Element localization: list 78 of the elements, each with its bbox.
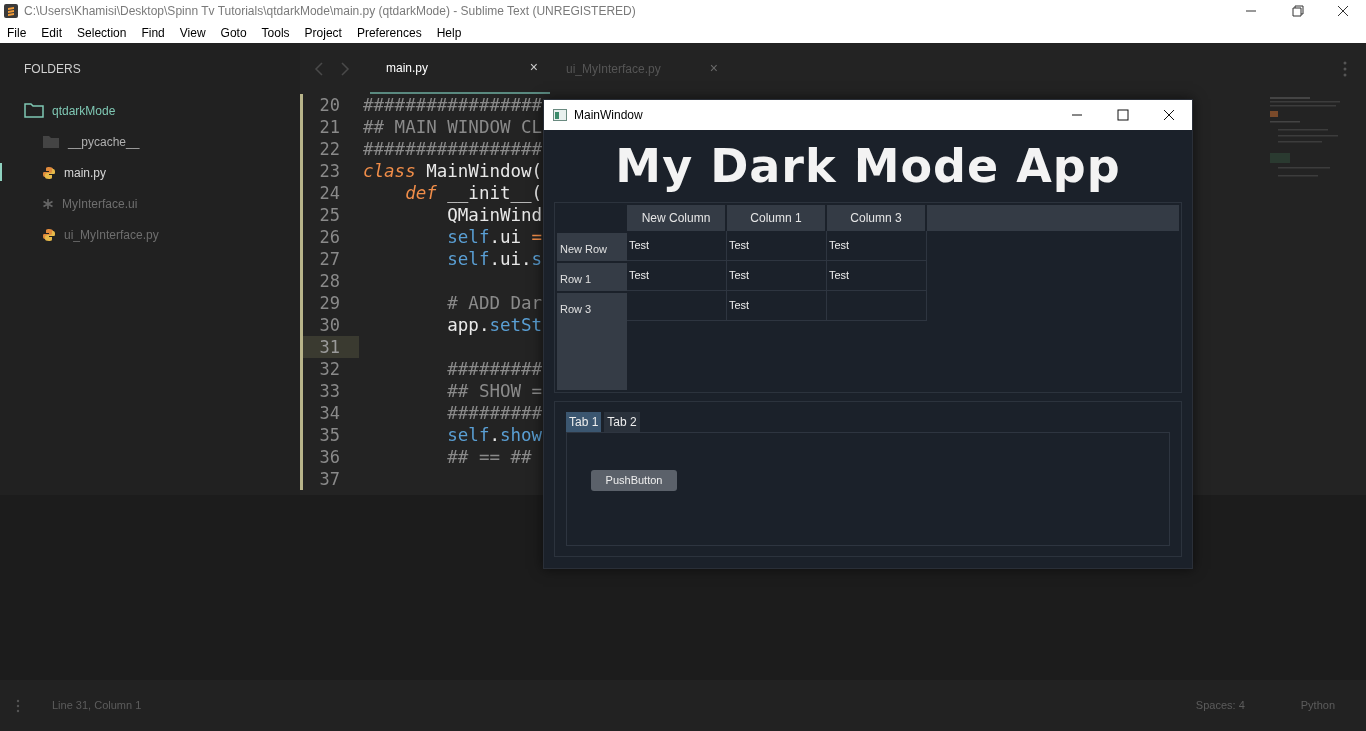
line-number: 29 — [318, 292, 341, 314]
code-line: # ADD Dar — [446, 293, 543, 313]
window-title: C:\Users\Khamisi\Desktop\Spinn Tv Tutorials\qtdarkMode\main.py (qtdarkMode) - Sublime Text (UNREGISTERED) — [24, 3, 636, 20]
menu-item[interactable]: Goto — [220, 23, 247, 42]
menu-item[interactable]: Help — [436, 23, 462, 42]
code-line: ######### — [446, 403, 543, 423]
line-number: 26 — [318, 226, 341, 248]
line-number: 24 — [318, 182, 341, 204]
code-line: class MainWindow( — [363, 161, 543, 181]
column-header[interactable]: Column 1 — [727, 205, 825, 231]
column-header[interactable]: New Column — [627, 205, 725, 231]
menu-item[interactable]: Selection — [77, 23, 127, 42]
more-options-icon[interactable] — [1343, 60, 1347, 77]
menu-item[interactable]: Project — [304, 23, 342, 42]
menu-item[interactable]: View — [179, 23, 206, 42]
cursor-position: Line 31, Column 1 — [52, 698, 142, 714]
menu-item[interactable]: File — [7, 23, 27, 42]
folder-icon — [42, 134, 60, 149]
app-heading: My Dark Mode App — [615, 137, 1121, 195]
line-number: 35 — [318, 424, 341, 446]
app-logo-icon — [4, 4, 18, 18]
line-number: 37 — [318, 468, 341, 490]
row-header[interactable]: New Row — [557, 233, 627, 261]
tree-item[interactable]: main.py — [64, 163, 107, 182]
code-line: ################# — [363, 95, 543, 115]
push-button[interactable]: PushButton — [591, 469, 677, 491]
line-number: 23 — [318, 160, 341, 182]
panel-toggle-icon[interactable] — [16, 698, 20, 713]
code-line: self.show — [446, 425, 543, 445]
code-line: ################# — [363, 139, 543, 159]
sidebar-header: FOLDERS — [24, 61, 81, 78]
python-file-icon — [42, 165, 56, 180]
line-number: 30 — [318, 314, 341, 336]
menu-item[interactable]: Find — [141, 23, 165, 42]
python-file-icon — [42, 227, 56, 242]
window-title: MainWindow — [574, 107, 643, 124]
line-number: 33 — [318, 380, 341, 402]
line-number: 22 — [318, 138, 341, 160]
line-number: 36 — [318, 446, 341, 468]
tree-item[interactable]: qtdarkMode — [52, 101, 116, 120]
column-header[interactable]: Column 3 — [827, 205, 925, 231]
tab[interactable]: Tab 2 — [604, 412, 640, 432]
line-number: 21 — [318, 116, 341, 138]
code-line: self.ui.s — [446, 249, 543, 269]
asterisk-icon — [42, 197, 54, 210]
line-number: 31 — [303, 336, 359, 358]
code-line: ######### — [446, 359, 543, 379]
tab[interactable]: Tab 1 — [566, 412, 602, 432]
table-cell[interactable]: Test — [827, 231, 927, 261]
menu-item[interactable]: Edit — [41, 23, 63, 42]
line-number: 25 — [318, 204, 341, 226]
menu-item[interactable]: Tools — [261, 23, 290, 42]
table-cell[interactable]: Test — [727, 231, 827, 261]
code-line: self.ui = — [446, 227, 543, 247]
table-cell[interactable]: Test — [727, 291, 827, 321]
code-line: ## SHOW = — [446, 381, 543, 401]
code-line: QMainWind — [446, 205, 543, 225]
line-number: 28 — [318, 270, 341, 292]
line-number: 20 — [318, 94, 341, 116]
table-cell[interactable]: Test — [627, 231, 727, 261]
folder-icon — [24, 103, 44, 118]
line-number: 34 — [318, 402, 341, 424]
row-header[interactable]: Row 1 — [557, 263, 627, 291]
table-cell[interactable] — [627, 291, 727, 321]
table-cell[interactable]: Test — [827, 261, 927, 291]
code-line: app.setSt — [446, 315, 543, 335]
tree-item[interactable]: __pycache__ — [68, 132, 140, 151]
row-header[interactable]: Row 3 — [557, 293, 627, 390]
code-line: ## MAIN WINDOW CL — [363, 117, 543, 137]
code-line: ## == ## — [446, 447, 532, 467]
code-line: def __init__( — [404, 183, 543, 203]
line-number: 32 — [318, 358, 341, 380]
line-number: 27 — [318, 248, 341, 270]
window-app-icon — [553, 109, 567, 121]
menu-item[interactable]: Preferences — [356, 23, 422, 42]
table-cell[interactable]: Test — [727, 261, 827, 291]
table-cell[interactable]: Test — [627, 261, 727, 291]
close-tab-icon[interactable]: × — [529, 57, 538, 78]
